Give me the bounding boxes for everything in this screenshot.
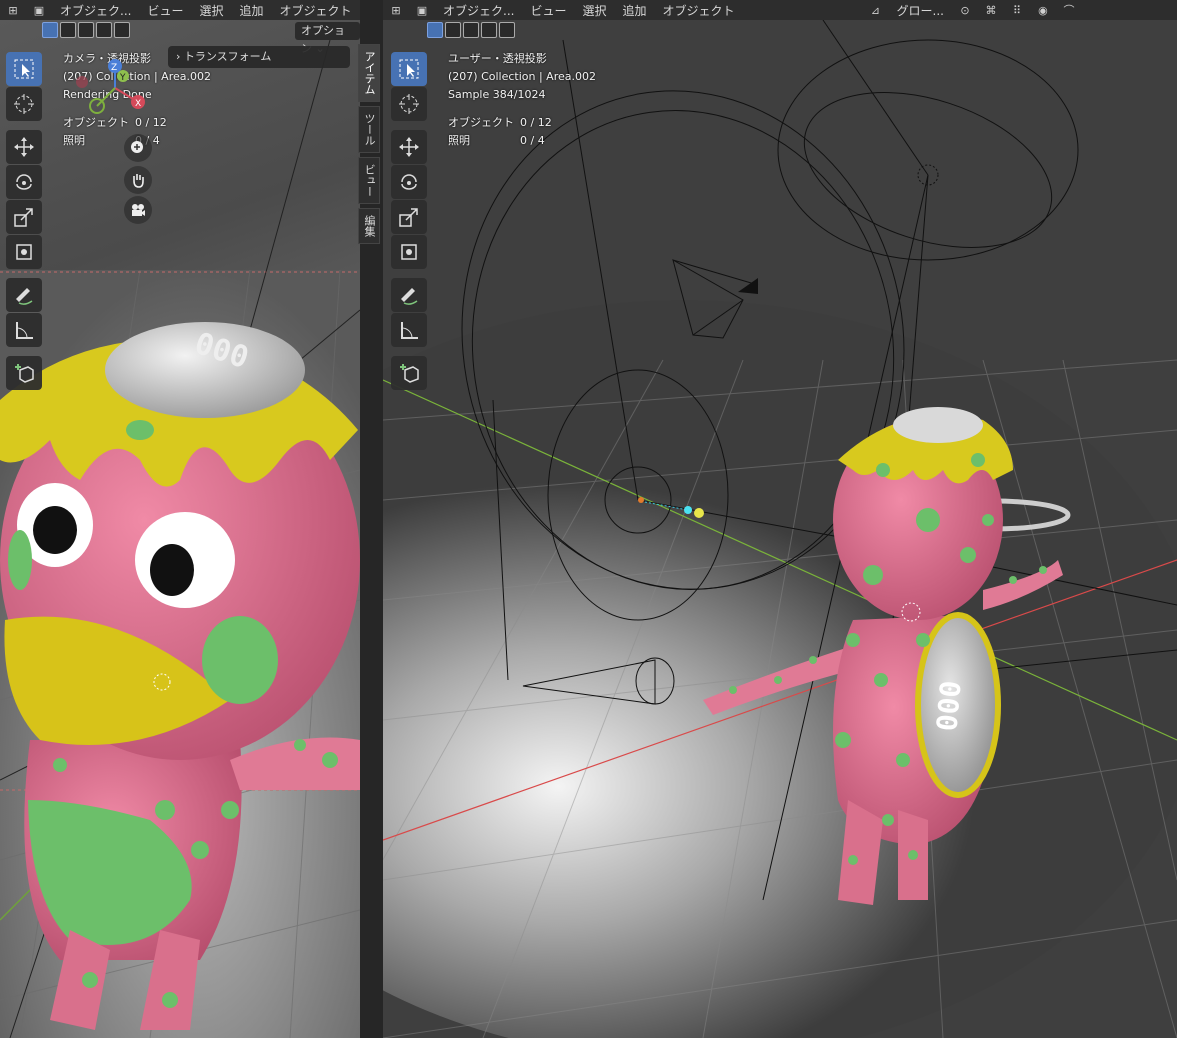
navigation-gizmo[interactable]: Z X Y — [75, 58, 155, 120]
snap-toggle-icon[interactable]: ⌘ — [980, 2, 1002, 18]
rotate-tool-icon[interactable] — [6, 165, 42, 199]
sample-status: Sample 384/1024 — [448, 88, 546, 101]
right-character-display: 000 — [930, 679, 967, 732]
options-dropdown[interactable]: オプション ⌄ — [295, 22, 360, 55]
falloff-icon[interactable]: ⌒ — [1058, 2, 1080, 18]
pan-view-icon[interactable] — [124, 166, 152, 194]
move-tool-icon[interactable] — [391, 130, 427, 164]
tab-item[interactable]: アイテム — [358, 44, 380, 102]
measure-tool-icon[interactable] — [6, 313, 42, 347]
add-cube-tool-icon[interactable] — [391, 356, 427, 390]
selection-mode-group — [42, 22, 130, 38]
left-toolbar — [6, 52, 42, 391]
editor-type-icon[interactable]: ⊞ — [2, 2, 24, 18]
transform-panel-header[interactable]: › トランスフォーム — [168, 46, 350, 68]
add-cube-tool-icon[interactable] — [6, 356, 42, 390]
menu-view[interactable]: ビュー — [139, 2, 191, 19]
camera-viewport[interactable]: 000 ⊞ ▣ オブジェク... ビュー 選択 追加 オブジェクト オプション … — [0, 0, 360, 1038]
object-mode-icon: ▣ — [33, 3, 45, 17]
sidebar-tabs: アイテム ツール ビュー 編集 — [358, 44, 380, 248]
user-viewport[interactable]: 000 ⊞ ▣ オブジェク... ビュー 選択 追加 オブジェクト ⊿ グロー.… — [383, 0, 1177, 1038]
select-subtract-icon[interactable] — [463, 22, 479, 38]
right-header: ⊞ ▣ オブジェク... ビュー 選択 追加 オブジェクト ⊿ グロー... ⊙… — [383, 0, 1177, 20]
menu-add[interactable]: 追加 — [614, 2, 654, 19]
axis-x-label: X — [135, 99, 141, 109]
view-name: ユーザー・透視投影 — [448, 52, 547, 65]
select-intersect-icon[interactable] — [499, 22, 515, 38]
user-scene-render: 000 — [383, 0, 1177, 1038]
right-toolbar — [391, 52, 427, 391]
orientation-icon[interactable]: ⊿ — [865, 2, 887, 18]
axis-z-label: Z — [111, 63, 117, 73]
select-new-icon[interactable] — [42, 22, 58, 38]
measure-tool-icon[interactable] — [391, 313, 427, 347]
menu-view[interactable]: ビュー — [522, 2, 574, 19]
menu-select[interactable]: 選択 — [574, 2, 614, 19]
transform-orientation-dropdown[interactable]: グロー... — [889, 2, 952, 19]
axis-y-label: Y — [119, 73, 126, 83]
menu-object[interactable]: オブジェクト — [655, 2, 743, 19]
select-invert-icon[interactable] — [96, 22, 112, 38]
annotate-tool-icon[interactable] — [391, 278, 427, 312]
select-subtract-icon[interactable] — [78, 22, 94, 38]
select-new-icon[interactable] — [427, 22, 443, 38]
object-mode-icon: ▣ — [416, 3, 428, 17]
right-viewport-info: ユーザー・透視投影 (207) Collection | Area.002 Sa… — [448, 50, 596, 150]
select-extend-icon[interactable] — [445, 22, 461, 38]
menu-add[interactable]: 追加 — [231, 2, 271, 19]
transform-tool-icon[interactable] — [6, 235, 42, 269]
cursor-tool-icon[interactable] — [391, 87, 427, 121]
scale-tool-icon[interactable] — [6, 200, 42, 234]
objects-label: オブジェクト — [448, 116, 514, 129]
editor-type-icon[interactable]: ⊞ — [385, 2, 407, 18]
proportional-edit-icon[interactable]: ◉ — [1032, 2, 1054, 18]
pivot-point-icon[interactable]: ⊙ — [954, 2, 976, 18]
lights-count: 0 / 4 — [520, 134, 545, 147]
lights-label: 照明 — [448, 134, 470, 147]
left-mode-dropdown[interactable]: オブジェク... — [52, 2, 139, 19]
tab-tool[interactable]: ツール — [358, 106, 380, 153]
collection-info: (207) Collection | Area.002 — [448, 70, 596, 83]
camera-view-icon[interactable] — [124, 196, 152, 224]
cursor-tool-icon[interactable] — [6, 87, 42, 121]
select-invert-icon[interactable] — [481, 22, 497, 38]
rotate-tool-icon[interactable] — [391, 165, 427, 199]
selection-mode-group — [427, 22, 515, 38]
select-box-tool-icon[interactable] — [391, 52, 427, 86]
transform-tool-icon[interactable] — [391, 235, 427, 269]
objects-count: 0 / 12 — [520, 116, 552, 129]
tab-edit[interactable]: 編集 — [358, 208, 380, 244]
annotate-tool-icon[interactable] — [6, 278, 42, 312]
axis-neg-x-handle — [76, 76, 88, 88]
select-extend-icon[interactable] — [60, 22, 76, 38]
menu-object[interactable]: オブジェクト — [272, 2, 360, 19]
right-mode-dropdown[interactable]: オブジェク... — [435, 2, 522, 19]
left-header: ⊞ ▣ オブジェク... ビュー 選択 追加 オブジェクト — [0, 0, 360, 20]
tab-view[interactable]: ビュー — [358, 157, 380, 204]
snap-target-icon[interactable]: ⠿ — [1006, 2, 1028, 18]
camera-scene-render: 000 — [0, 39, 360, 1038]
select-box-tool-icon[interactable] — [6, 52, 42, 86]
transform-panel-label: トランスフォーム — [183, 50, 272, 63]
menu-select[interactable]: 選択 — [191, 2, 231, 19]
move-tool-icon[interactable] — [6, 130, 42, 164]
select-intersect-icon[interactable] — [114, 22, 130, 38]
scale-tool-icon[interactable] — [391, 200, 427, 234]
zoom-view-icon[interactable] — [124, 134, 152, 162]
